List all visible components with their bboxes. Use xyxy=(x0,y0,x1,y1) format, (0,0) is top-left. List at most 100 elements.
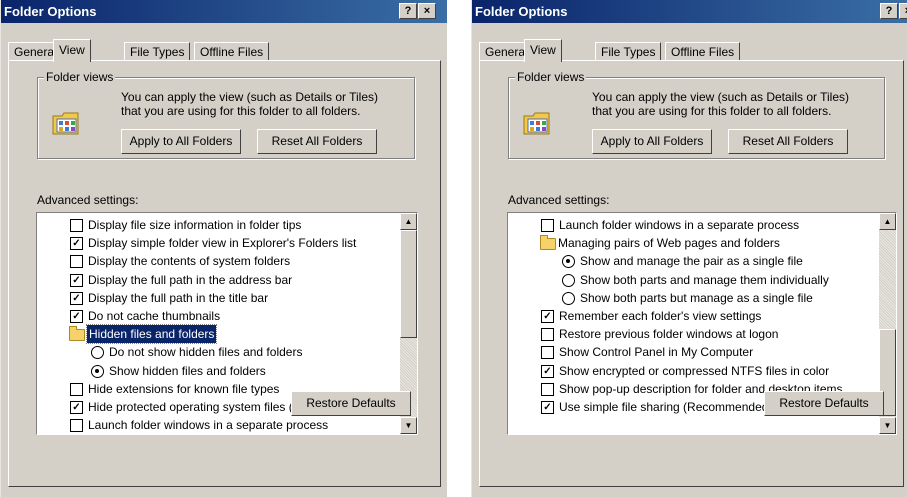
apply-to-all-folders-button[interactable]: Apply to All Folders xyxy=(592,129,712,154)
checkbox-checked[interactable]: ✓ xyxy=(70,291,83,305)
setting-label: Hide extensions for known file types xyxy=(88,381,280,396)
setting-label: Do not show hidden files and folders xyxy=(109,345,303,360)
advanced-settings-label: Advanced settings: xyxy=(508,193,610,207)
checkbox-setting-row[interactable]: ✓ Display the full path in the title bar xyxy=(37,289,397,307)
scroll-up-arrow-icon[interactable]: ▲ xyxy=(400,213,417,230)
checkbox-unchecked[interactable] xyxy=(541,346,554,360)
tab-view[interactable]: View xyxy=(524,39,562,62)
reset-all-folders-button[interactable]: Reset All Folders xyxy=(257,129,377,154)
checkbox-checked[interactable]: ✓ xyxy=(70,400,83,414)
help-button[interactable]: ? xyxy=(399,3,417,19)
apply-to-all-folders-button[interactable]: Apply to All Folders xyxy=(121,129,241,154)
setting-label: Display file size information in folder … xyxy=(88,218,302,232)
checkbox-checked[interactable]: ✓ xyxy=(70,273,83,287)
setting-label: Do not cache thumbnails xyxy=(88,308,221,323)
setting-label: Show both parts but manage as a single f… xyxy=(580,290,813,305)
setting-label: Display the contents of system folders xyxy=(88,254,291,269)
folder-options-window: Folder Options ? × General View File Typ… xyxy=(0,0,447,497)
restore-defaults-button[interactable]: Restore Defaults xyxy=(764,391,884,416)
checkbox-setting-row[interactable]: Launch folder windows in a separate proc… xyxy=(37,416,397,434)
radio-selected[interactable] xyxy=(562,255,575,269)
setting-label: Use simple file sharing (Recommended) xyxy=(559,399,773,414)
close-button[interactable]: × xyxy=(899,3,907,19)
radio-option-row[interactable]: Show both parts but manage as a single f… xyxy=(508,289,876,307)
folder-view-icon xyxy=(523,112,550,135)
setting-label: Restore previous folder windows at logon xyxy=(559,327,779,342)
setting-label: Hidden files and folders xyxy=(85,324,218,345)
folder-views-group: Folder views You can apply the view (suc… xyxy=(37,70,415,159)
folder-views-label: Folder views xyxy=(44,70,116,84)
reset-all-folders-button[interactable]: Reset All Folders xyxy=(728,129,848,154)
checkbox-setting-row[interactable]: ✓ Show encrypted or compressed NTFS files… xyxy=(508,362,876,380)
checkbox-setting-row[interactable]: Display the contents of system folders xyxy=(37,252,397,270)
setting-label: Display simple folder view in Explorer's… xyxy=(88,236,357,251)
checkbox-unchecked[interactable] xyxy=(70,255,83,269)
checkbox-setting-row[interactable]: Launch folder windows in a separate proc… xyxy=(508,216,876,234)
tab-file-types[interactable]: File Types xyxy=(595,42,662,61)
setting-label: Display the full path in the title bar xyxy=(88,290,269,305)
checkbox-unchecked[interactable] xyxy=(541,219,554,232)
checkbox-setting-row[interactable]: ✓ Do not cache thumbnails xyxy=(37,307,397,325)
folder-views-description: You can apply the view (such as Details … xyxy=(592,90,850,118)
setting-label: Show encrypted or compressed NTFS files … xyxy=(559,363,830,378)
checkbox-unchecked[interactable] xyxy=(70,382,83,396)
checkbox-checked[interactable]: ✓ xyxy=(541,309,554,323)
scroll-up-arrow-icon[interactable]: ▲ xyxy=(879,213,896,230)
scroll-down-arrow-icon[interactable]: ▼ xyxy=(879,417,896,434)
radio-option-row[interactable]: Show both parts and manage them individu… xyxy=(508,271,876,289)
folder-views-description: You can apply the view (such as Details … xyxy=(121,90,379,118)
window-title: Folder Options xyxy=(475,4,568,19)
setting-label: Launch folder windows in a separate proc… xyxy=(559,218,800,232)
title-bar[interactable]: Folder Options ? × xyxy=(1,0,447,23)
checkbox-setting-row[interactable]: Display file size information in folder … xyxy=(37,216,397,234)
advanced-settings-label: Advanced settings: xyxy=(37,193,139,207)
setting-label: Show and manage the pair as a single fil… xyxy=(580,254,803,269)
setting-label: Show hidden files and folders xyxy=(109,363,266,378)
radio-option-row[interactable]: Show and manage the pair as a single fil… xyxy=(508,252,876,270)
checkbox-setting-row[interactable]: Restore previous folder windows at logon xyxy=(508,325,876,343)
tab-offline-files[interactable]: Offline Files xyxy=(665,42,741,61)
folder-icon xyxy=(540,235,556,251)
radio-option-row[interactable]: Show hidden files and folders xyxy=(37,362,397,380)
folder-views-label: Folder views xyxy=(515,70,587,84)
checkbox-unchecked[interactable] xyxy=(70,419,83,433)
help-button[interactable]: ? xyxy=(880,3,898,19)
tab-offline-files[interactable]: Offline Files xyxy=(194,42,270,61)
checkbox-checked[interactable]: ✓ xyxy=(70,237,83,251)
title-bar[interactable]: Folder Options ? × xyxy=(472,0,907,23)
setting-group-row[interactable]: Managing pairs of Web pages and folders xyxy=(508,234,876,252)
setting-label: Display the full path in the address bar xyxy=(88,272,293,287)
checkbox-checked[interactable]: ✓ xyxy=(541,364,554,378)
radio-option-row[interactable]: Do not show hidden files and folders xyxy=(37,343,397,361)
checkbox-checked[interactable]: ✓ xyxy=(70,309,83,323)
checkbox-unchecked[interactable] xyxy=(541,328,554,342)
setting-label: Show Control Panel in My Computer xyxy=(559,345,754,360)
window-title: Folder Options xyxy=(4,4,97,19)
checkbox-setting-row[interactable]: ✓ Display simple folder view in Explorer'… xyxy=(37,234,397,252)
checkbox-unchecked[interactable] xyxy=(70,219,83,232)
checkbox-setting-row[interactable]: ✓ Remember each folder's view settings xyxy=(508,307,876,325)
restore-defaults-button[interactable]: Restore Defaults xyxy=(291,391,411,416)
setting-group-row[interactable]: Hidden files and folders xyxy=(37,324,397,345)
setting-label: Managing pairs of Web pages and folders xyxy=(558,236,780,251)
scroll-down-arrow-icon[interactable]: ▼ xyxy=(400,417,417,434)
folder-options-window: Folder Options ? × General View File Typ… xyxy=(471,0,907,497)
radio-unselected[interactable] xyxy=(91,346,104,360)
close-button[interactable]: × xyxy=(418,3,436,19)
radio-unselected[interactable] xyxy=(562,273,575,287)
checkbox-setting-row[interactable]: ✓ Display the full path in the address ba… xyxy=(37,271,397,289)
setting-label: Launch folder windows in a separate proc… xyxy=(88,418,329,433)
tab-file-types[interactable]: File Types xyxy=(124,42,191,61)
folder-view-icon xyxy=(52,112,79,135)
checkbox-checked[interactable]: ✓ xyxy=(541,400,554,414)
setting-label: Show both parts and manage them individu… xyxy=(580,272,829,287)
scroll-thumb[interactable] xyxy=(400,230,417,338)
setting-label: Remember each folder's view settings xyxy=(559,308,762,323)
folder-views-group: Folder views You can apply the view (suc… xyxy=(508,70,885,159)
checkbox-unchecked[interactable] xyxy=(541,382,554,396)
checkbox-setting-row[interactable]: Show Control Panel in My Computer xyxy=(508,343,876,361)
radio-selected[interactable] xyxy=(91,364,104,378)
folder-icon xyxy=(69,326,85,342)
tab-view[interactable]: View xyxy=(53,39,91,62)
radio-unselected[interactable] xyxy=(562,291,575,305)
